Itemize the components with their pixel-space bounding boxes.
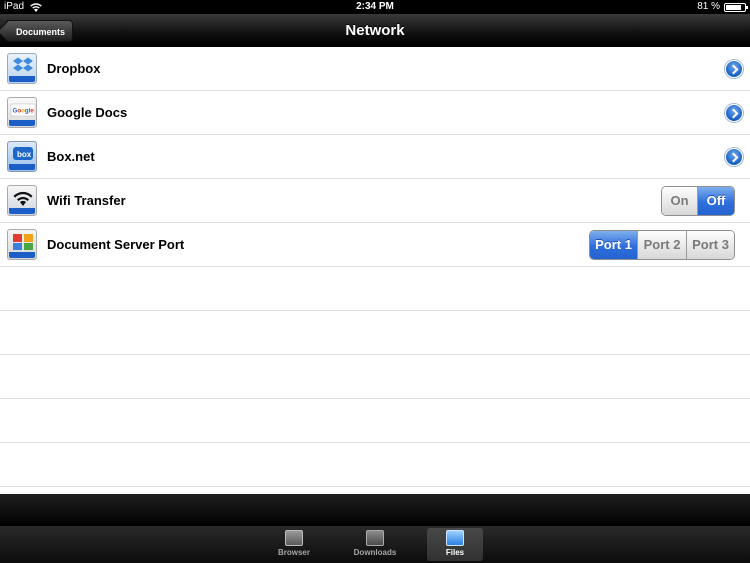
- browser-icon: [285, 530, 303, 546]
- page-title: Network: [345, 22, 405, 39]
- tab-label: Downloads: [353, 548, 397, 557]
- back-button-label: Documents: [16, 27, 66, 37]
- row-dropbox[interactable]: Dropbox: [0, 47, 750, 91]
- svg-text:box: box: [17, 150, 32, 159]
- empty-row: [0, 267, 750, 311]
- wifi-on-option[interactable]: On: [662, 187, 698, 215]
- status-bar: iPad 2:34 PM 81 %: [0, 0, 750, 14]
- row-document-server-port: Document Server Port Port 1 Port 2 Port …: [0, 223, 750, 267]
- google-docs-icon: Google: [7, 97, 37, 128]
- server-port-selector[interactable]: Port 1 Port 2 Port 3: [589, 230, 735, 260]
- empty-row: [0, 443, 750, 487]
- tab-label: Files: [445, 548, 465, 557]
- tab-files[interactable]: Files: [427, 528, 483, 561]
- tab-downloads[interactable]: Downloads: [347, 528, 403, 561]
- navigation-bar: Documents Network: [0, 14, 750, 47]
- row-label: Dropbox: [47, 61, 101, 76]
- disclosure-button-icon[interactable]: [725, 148, 743, 166]
- row-box-net[interactable]: box Box.net: [0, 135, 750, 179]
- svg-text:Google: Google: [13, 108, 35, 115]
- files-icon: [446, 530, 464, 546]
- status-time: 2:34 PM: [356, 1, 394, 12]
- row-label: Google Docs: [47, 105, 128, 120]
- row-google-docs[interactable]: Google Google Docs: [0, 91, 750, 135]
- tab-browser[interactable]: Browser: [266, 528, 322, 561]
- port-3-option[interactable]: Port 3: [687, 231, 734, 259]
- empty-row: [0, 311, 750, 355]
- wifi-off-option[interactable]: Off: [698, 187, 734, 215]
- wifi-transfer-toggle[interactable]: On Off: [661, 186, 735, 216]
- tab-label: Browser: [277, 548, 310, 557]
- row-label: Document Server Port: [47, 237, 185, 252]
- port-1-option[interactable]: Port 1: [590, 231, 638, 259]
- empty-row: [0, 355, 750, 399]
- status-right: 81 %: [697, 0, 748, 14]
- disclosure-button-icon[interactable]: [725, 104, 743, 122]
- downloads-icon: [366, 530, 384, 546]
- battery-icon: [724, 2, 748, 12]
- disclosure-button-icon[interactable]: [725, 60, 743, 78]
- box-net-icon: box: [7, 141, 37, 172]
- wifi-transfer-icon: [7, 185, 37, 216]
- bottom-toolbar: [0, 494, 750, 526]
- tab-bar: Browser Downloads Files: [0, 526, 750, 563]
- port-2-option[interactable]: Port 2: [638, 231, 687, 259]
- document-server-icon: [7, 229, 37, 260]
- empty-row: [0, 399, 750, 443]
- row-label: Wifi Transfer: [47, 193, 126, 208]
- battery-percent: 81 %: [697, 1, 720, 12]
- row-wifi-transfer: Wifi Transfer On Off: [0, 179, 750, 223]
- dropbox-icon: [7, 53, 37, 84]
- network-list: Dropbox Google Google Docs box Box.net W…: [0, 47, 750, 494]
- row-label: Box.net: [47, 149, 95, 164]
